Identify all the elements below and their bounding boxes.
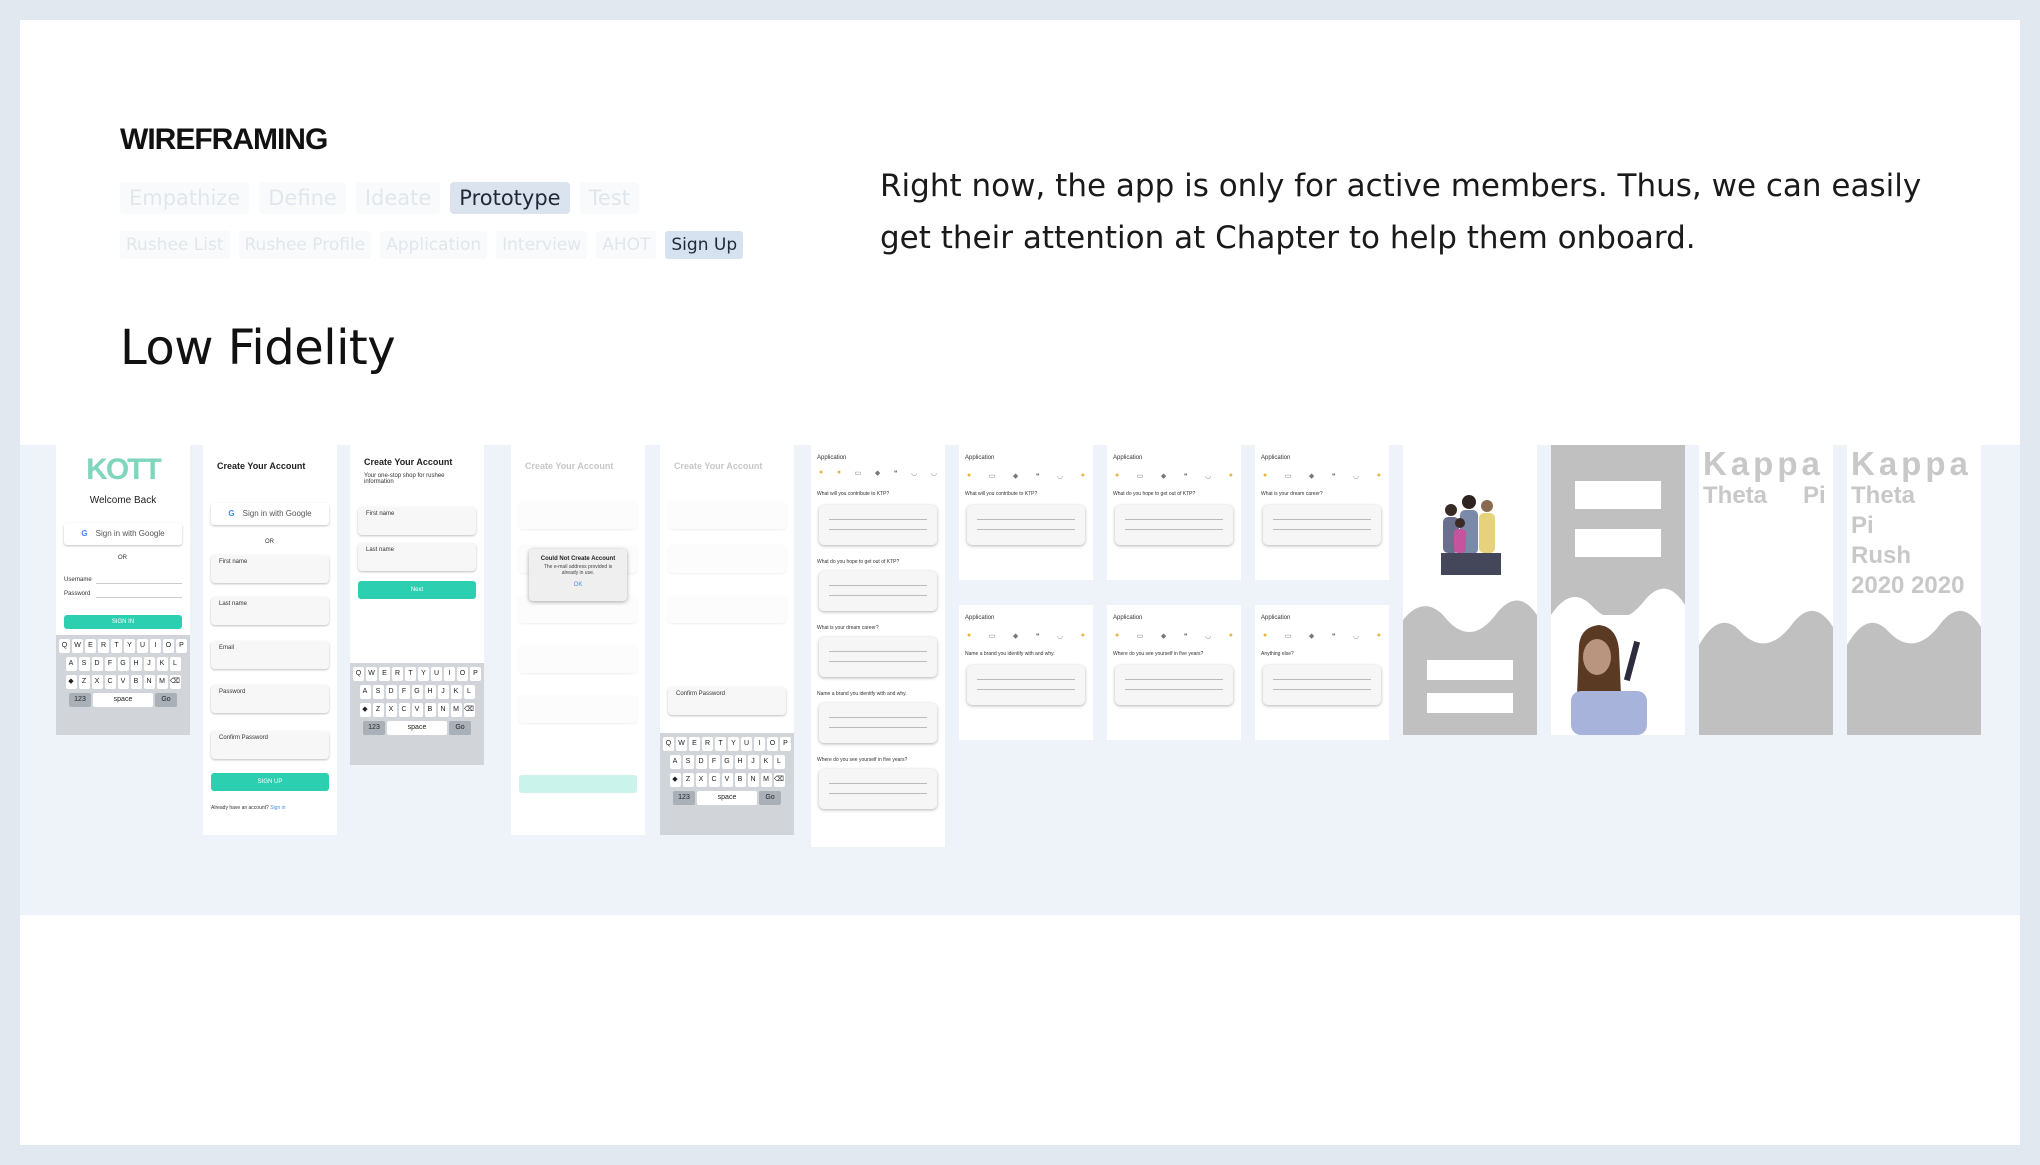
subtab-rushee-list[interactable]: Rushee List [120,231,230,259]
google-icon: G [228,509,235,518]
screen-title: Application [817,455,847,461]
progress-emojis: ● ● ▭ ◆ ❝ ◡ ◡ [819,469,937,477]
signin-prompt: Already have an account? Sign in [211,805,286,811]
signin-link[interactable]: Sign in [270,805,285,811]
application-card: Application ● ▭ ◆ ❝ ◡ ● What is your dream ca… [1255,445,1389,580]
confirm-password-field[interactable]: Confirm Password [668,687,786,715]
error-dialog-screen: Create Your Account Could Not Create Acc… [511,445,645,835]
splash-screen-person [1551,445,1685,735]
answer-field[interactable] [1263,505,1381,545]
tab-empathize[interactable]: Empathize [120,182,250,214]
or-divider: OR [118,555,127,561]
password-field[interactable]: Password [211,685,329,713]
password-label: Password [64,591,91,597]
confirm-password-field[interactable]: Confirm Password [211,731,329,759]
tab-ideate[interactable]: Ideate [355,182,441,214]
slide-card: WIREFRAMING Empathize Define Ideate Prot… [20,20,2020,1145]
application-card: Application ● ▭ ◆ ❝ ◡ ● What will you contrib… [959,445,1093,580]
answer-field[interactable] [967,505,1085,545]
username-field[interactable] [96,583,182,584]
answer-field[interactable] [819,637,937,677]
keyboard: QWERTYUIOP ASDFGHJKL ◆ Z X C V B N M ⌫ 123 space G… [660,733,794,835]
answer-field[interactable] [967,665,1085,705]
tab-define[interactable]: Define [259,182,346,214]
signup-button[interactable]: SIGN UP [211,773,329,791]
answer-field[interactable] [819,505,937,545]
subtab-sign-up[interactable]: Sign Up [665,231,744,259]
dialog-title: Could Not Create Account [540,556,616,562]
login-screen: KOTT Welcome Back G Sign in with Google O… [56,445,190,735]
password-field[interactable] [96,597,182,598]
wireframe-strip: KOTT Welcome Back G Sign in with Google O… [20,445,2020,915]
dialog-message: The e-mail address provided is already i… [543,564,613,576]
splash-screen-group [1403,445,1537,735]
google-signin-button[interactable]: G Sign in with Google [64,523,182,545]
section-heading: WIREFRAMING [120,123,328,156]
answer-field[interactable] [1263,665,1381,705]
first-name-field[interactable]: First name [358,507,476,535]
tab-test[interactable]: Test [579,182,639,214]
google-signin-button[interactable]: G Sign in with Google [211,503,329,525]
progress-emojis: ● ▭ ◆ ❝ ◡ ● [1115,632,1233,640]
answer-field[interactable] [819,769,937,809]
google-icon: G [81,529,88,538]
answer-field[interactable] [1115,665,1233,705]
answer-field[interactable] [819,571,937,611]
splash-screen-rush: Kappa Theta Pi Rush 2020 2020 [1847,445,1981,735]
wave-shape [1699,610,1833,735]
group-illustration [1403,495,1537,735]
progress-emojis: ● ▭ ◆ ❝ ◡ ● [1263,472,1381,480]
answer-field[interactable] [1115,505,1233,545]
progress-emojis: ● ▭ ◆ ❝ ◡ ● [1115,472,1233,480]
application-card: Application ● ▭ ◆ ❝ ◡ ● Where do you see your… [1107,605,1241,740]
keyboard: QWERTYUIOP ASDFGHJKL ◆ Z X C V B N M ⌫ 123 space G… [350,663,484,765]
person-illustration [1551,445,1685,735]
welcome-text: Welcome Back [89,495,157,506]
phase-tabs: Empathize Define Ideate Prototype Test [120,182,639,214]
feature-tabs: Rushee List Rushee Profile Application I… [120,231,744,259]
screen-title: Create Your Account [364,457,453,467]
next-button[interactable]: Next [358,581,476,599]
application-card: Application ● ▭ ◆ ❝ ◡ ● Name a brand you iden… [959,605,1093,740]
splash-screen-kappa: Kappa Theta Pi [1699,445,1833,735]
signin-button[interactable]: SIGN IN [64,615,182,629]
subtab-ahot[interactable]: AHOT [596,231,657,259]
email-field[interactable]: Email [211,641,329,669]
username-label: Username [64,577,92,583]
last-name-field[interactable]: Last name [211,597,329,625]
app-logo: KOTT [86,453,162,486]
error-dialog: Could Not Create Account The e-mail addr… [529,549,627,601]
subtab-application[interactable]: Application [380,231,488,259]
last-name-field[interactable]: Last name [358,543,476,571]
progress-emojis: ● ▭ ◆ ❝ ◡ ● [967,632,1085,640]
application-card: Application ● ▭ ◆ ❝ ◡ ● Anything else? [1255,605,1389,740]
page-title: Low Fidelity [120,320,396,376]
dialog-ok-button[interactable]: OK [529,582,627,588]
answer-field[interactable] [819,703,937,743]
application-screen: Application ● ● ▭ ◆ ❝ ◡ ◡ What will you contri… [811,445,945,847]
create-account-step-screen: Create Your Account Your one-stop shop f… [350,445,484,765]
application-card: Application ● ▭ ◆ ❝ ◡ ● What do you hope to g… [1107,445,1241,580]
or-divider: OR [265,539,274,545]
wave-shape [1847,610,1981,735]
screen-title: Create Your Account [217,461,306,471]
screen-subtitle: Your one-stop shop for rushee informatio… [364,473,445,485]
create-account-screen: Create Your Account G Sign in with Google… [203,445,337,835]
subtab-rushee-profile[interactable]: Rushee Profile [238,231,372,259]
subtab-interview[interactable]: Interview [496,231,588,259]
tab-prototype[interactable]: Prototype [450,182,570,214]
progress-emojis: ● ▭ ◆ ❝ ◡ ● [1263,632,1381,640]
progress-emojis: ● ▭ ◆ ❝ ◡ ● [967,472,1085,480]
keyboard: QWERTYUIOP ASDFGHJKL ◆ Z X C V B N M ⌫ 123 space G… [56,635,190,735]
description-text: Right now, the app is only for active me… [880,168,1922,256]
confirm-password-screen: Create Your Account Confirm Password QWE… [660,445,794,835]
first-name-field[interactable]: First name [211,555,329,583]
